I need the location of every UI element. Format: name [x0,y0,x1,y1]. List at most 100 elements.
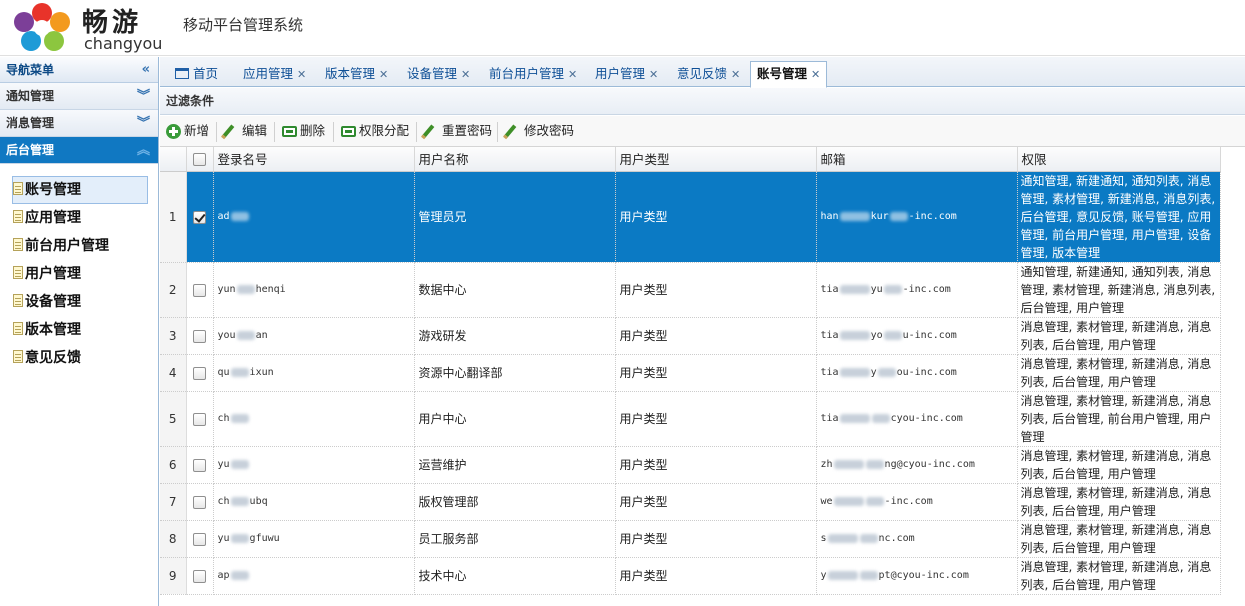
select-all-checkbox[interactable] [193,153,206,167]
email-suffix: pt@cyou-inc.com [878,570,969,581]
tab-home[interactable]: 首页 [168,61,225,87]
row-checkbox[interactable] [193,569,206,583]
row-checkbox-cell[interactable] [186,520,214,558]
row-checkbox-cell[interactable] [186,354,214,392]
tab-device[interactable]: 设备管理 ✕ [400,61,477,87]
edit-button[interactable]: 编辑 [221,123,267,141]
assign-permission-button[interactable]: 权限分配 [341,123,409,141]
tab-app[interactable]: 应用管理 ✕ [236,61,313,87]
tab-account[interactable]: 账号管理 ✕ [750,61,828,88]
column-header-usertype[interactable]: 用户类型 [615,147,817,172]
sidebar-item-device[interactable]: 设备管理 [12,288,148,316]
sidebar-group-message[interactable]: 消息管理 ︾ [0,110,158,137]
row-checkbox[interactable] [193,458,206,472]
permission-cell: 消息管理, 素材管理, 新建消息, 消息列表, 后台管理, 用户管理 [1017,483,1221,521]
login-cell: yu [213,446,415,484]
table-row[interactable]: 9 ap 技术中心 用户类型 y pt@cyou-inc.com 消息管理, 素材管理, 新… [160,557,1221,595]
chevron-double-down-icon[interactable]: ︾ [137,110,150,137]
sidebar-item-version[interactable]: 版本管理 [12,316,148,344]
sidebar-group-notice[interactable]: 通知管理 ︾ [0,83,158,110]
table-row[interactable]: 4 qu ixun 资源中心翻译部 用户类型 tia y ou-inc.com 消息管理, 素材… [160,354,1221,392]
row-checkbox[interactable] [193,495,206,509]
sidebar-item-app[interactable]: 应用管理 [12,204,148,232]
sidebar-group-label: 通知管理 [6,89,55,103]
table-row[interactable]: 6 yu 运营维护 用户类型 zh ng@cyou-inc.com 消息管理, 素材管理, … [160,446,1221,484]
sidebar-item-user[interactable]: 用户管理 [12,260,148,288]
change-password-button[interactable]: 修改密码 [503,123,575,141]
row-checkbox-cell[interactable] [186,262,214,318]
tab-version[interactable]: 版本管理 ✕ [318,61,395,87]
column-header-login[interactable]: 登录名号 [213,147,415,172]
username-cell: 版权管理部 [414,483,616,521]
table-row[interactable]: 3 you an 游戏研发 用户类型 tia yo u-inc.com 消息管理, 素材管理, … [160,317,1221,355]
tab-label: 账号管理 [757,66,808,81]
login-cell: yun henqi [213,262,415,318]
add-button[interactable]: 新增 [166,123,209,141]
row-number: 1 [160,171,187,263]
redacted-block [871,413,890,423]
column-header-username[interactable]: 用户名称 [414,147,616,172]
row-checkbox[interactable] [193,210,206,224]
close-icon[interactable]: ✕ [649,68,658,81]
username-cell: 管理员兄 [414,171,616,263]
close-icon[interactable]: ✕ [568,68,577,81]
close-icon[interactable]: ✕ [811,68,820,81]
table-row[interactable]: 5 ch 用户中心 用户类型 tia cyou-inc.com 消息管理, 素材管理, 新建… [160,391,1221,447]
sidebar-item-frontend-user[interactable]: 前台用户管理 [12,232,148,260]
row-checkbox-cell[interactable] [186,171,214,263]
tab-feedback[interactable]: 意见反馈 ✕ [670,61,747,87]
usertype-cell: 用户类型 [615,446,817,484]
sidebar-group-backend[interactable]: 后台管理 ︽ [0,137,158,164]
close-icon[interactable]: ✕ [297,68,306,81]
filter-panel-header[interactable]: 过滤条件 [160,88,1245,115]
table-row[interactable]: 8 yu gfuwu 员工服务部 用户类型 s nc.com 消息管理, 素材管理, 新建消息… [160,520,1221,558]
row-checkbox[interactable] [193,329,206,343]
close-icon[interactable]: ✕ [731,68,740,81]
close-icon[interactable]: ✕ [379,68,388,81]
row-checkbox[interactable] [193,412,206,426]
redacted-block [883,330,902,340]
row-checkbox-cell[interactable] [186,317,214,355]
email-cell: tia y ou-inc.com [816,354,1018,392]
row-checkbox-cell[interactable] [186,391,214,447]
login-prefix: yu [217,533,230,544]
table-row[interactable]: 7 ch ubq 版权管理部 用户类型 we -inc.com 消息管理, 素材管理, 新建消… [160,483,1221,521]
table-row[interactable]: 1 ad 管理员兄 用户类型 han kur -inc.com 通知管理, 新建通知, 通知列… [160,171,1221,263]
chevron-double-down-icon[interactable]: ︾ [137,83,150,110]
column-header-email[interactable]: 邮箱 [816,147,1018,172]
redacted-block [230,496,249,506]
email-cell: tia cyou-inc.com [816,391,1018,447]
row-checkbox[interactable] [193,283,206,297]
login-suffix: an [255,330,268,341]
email-middle: yo [870,330,883,341]
toolbar: 新增 编辑 删除 权限分配 重置密码 修改密码 [160,116,1245,147]
sidebar-item-label: 应用管理 [25,210,81,226]
login-cell: qu ixun [213,354,415,392]
redacted-block [859,570,878,580]
email-prefix: han [820,211,839,222]
tab-frontend-user[interactable]: 前台用户管理 ✕ [482,61,584,87]
toolbar-divider [333,122,334,142]
change-password-label: 修改密码 [524,123,575,138]
email-cell: we -inc.com [816,483,1018,521]
delete-button[interactable]: 删除 [282,123,325,141]
chevron-double-up-icon[interactable]: ︽ [137,137,150,164]
table-row[interactable]: 2 yun henqi 数据中心 用户类型 tia yu -inc.com 通知管理, 新建通知… [160,262,1221,318]
row-checkbox-cell[interactable] [186,446,214,484]
usertype-cell: 用户类型 [615,317,817,355]
row-checkbox-cell[interactable] [186,483,214,521]
sidebar-item-label: 前台用户管理 [25,238,109,254]
email-suffix: u-inc.com [902,330,957,341]
tab-user[interactable]: 用户管理 ✕ [588,61,665,87]
account-grid: 登录名号 用户名称 用户类型 邮箱 权限 1 ad 管理员兄 用户类型 han kur -i… [160,147,1221,595]
sidebar-item-feedback[interactable]: 意见反馈 [12,344,148,372]
collapse-left-icon[interactable]: « [142,57,150,83]
close-icon[interactable]: ✕ [461,68,470,81]
redacted-block [230,413,249,423]
column-header-permission[interactable]: 权限 [1017,147,1221,172]
reset-password-button[interactable]: 重置密码 [421,123,492,141]
row-checkbox-cell[interactable] [186,557,214,595]
row-checkbox[interactable] [193,532,206,546]
sidebar-item-account[interactable]: 账号管理 [12,176,148,204]
row-checkbox[interactable] [193,366,206,380]
